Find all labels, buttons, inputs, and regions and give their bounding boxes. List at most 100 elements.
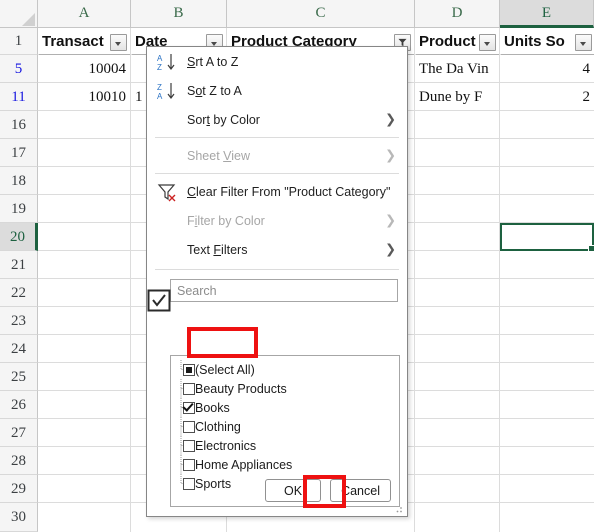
sort-za-icon: Z A	[157, 81, 179, 101]
grid-vline	[414, 28, 415, 532]
menu-divider	[155, 173, 399, 174]
filter-dropdown-menu: A Z Srt A to Z ❯ Z A Sot Z to A ❯ Sort b…	[146, 46, 408, 517]
sort-az-icon: A Z	[157, 52, 179, 72]
row-header-22[interactable]: 22	[0, 279, 38, 307]
list-item-beauty-products[interactable]: Beauty Products	[171, 379, 399, 398]
search-input[interactable]	[170, 279, 398, 302]
none-icon	[157, 240, 179, 260]
row-header-18[interactable]: 18	[0, 167, 38, 195]
row-header-16[interactable]: 16	[0, 111, 38, 139]
list-item-label: Books	[195, 400, 230, 415]
checkbox-beauty-products[interactable]	[183, 382, 195, 395]
column-header-e[interactable]: E	[500, 0, 594, 28]
fill-handle[interactable]	[588, 245, 594, 252]
row-header-17[interactable]: 17	[0, 139, 38, 167]
menu-item-label: Srt A to Z	[187, 54, 239, 69]
column-header-a[interactable]: A	[38, 0, 131, 27]
grid-vline	[499, 28, 500, 532]
list-item-home-appliances[interactable]: Home Appliances	[171, 455, 399, 474]
list-item-books[interactable]: Books	[171, 398, 399, 417]
row-header-11[interactable]: 11	[0, 83, 38, 111]
row-header-23[interactable]: 23	[0, 307, 38, 335]
row-header-26[interactable]: 26	[0, 391, 38, 419]
menu-item-filter-by-color: Filter by Color ❯	[147, 206, 407, 235]
checkbox-home-appliances[interactable]	[183, 458, 195, 471]
row-header-19[interactable]: 19	[0, 195, 38, 223]
cell-a5[interactable]: 10004	[39, 56, 130, 82]
select-all-corner[interactable]	[0, 0, 38, 27]
menu-item-clear-filter[interactable]: Clear Filter From "Product Category" ❯	[147, 177, 407, 206]
row-header-29[interactable]: 29	[0, 475, 38, 503]
cell-d11[interactable]: Dune by F	[416, 84, 499, 110]
filter-button-column-e[interactable]	[575, 34, 592, 51]
list-item-select-all[interactable]: (Select All)	[171, 360, 399, 379]
row-header-20[interactable]: 20	[0, 223, 38, 251]
menu-divider	[155, 137, 399, 138]
ok-button[interactable]: OK	[265, 479, 322, 502]
cell-e5[interactable]: 4	[501, 56, 594, 82]
filter-button-column-d[interactable]	[479, 34, 496, 51]
menu-item-label: Sot Z to A	[187, 83, 242, 98]
checkbox-electronics[interactable]	[183, 439, 195, 452]
row-header-24[interactable]: 24	[0, 335, 38, 363]
chevron-down-icon	[484, 42, 490, 46]
chevron-down-icon	[115, 42, 121, 46]
svg-text:Z: Z	[157, 83, 162, 92]
submenu-arrow-icon: ❯	[385, 148, 396, 163]
list-item-label: (Select All)	[195, 362, 255, 377]
menu-item-label: Sheet View	[187, 148, 251, 163]
checkbox-books[interactable]	[183, 401, 195, 414]
cancel-button[interactable]: Cancel	[330, 479, 391, 502]
menu-item-label: Text Filters	[187, 242, 248, 257]
svg-text:Z: Z	[157, 63, 162, 72]
none-icon	[157, 211, 179, 231]
menu-divider	[155, 269, 399, 270]
grid-vline	[130, 28, 131, 532]
row-header-30[interactable]: 30	[0, 503, 38, 532]
menu-item-sort-z-to-a[interactable]: Z A Sot Z to A ❯	[147, 76, 407, 105]
search-container	[147, 273, 407, 302]
filter-button-column-a[interactable]	[110, 34, 127, 51]
active-cell-e20[interactable]	[500, 223, 594, 252]
menu-item-sort-a-to-z[interactable]: A Z Srt A to Z ❯	[147, 47, 407, 76]
menu-item-sort-by-color[interactable]: Sort by Color ❯	[147, 105, 407, 134]
none-icon	[157, 146, 179, 166]
cell-d5[interactable]: The Da Vin	[416, 56, 499, 82]
list-item-label: Home Appliances	[195, 457, 293, 472]
svg-text:A: A	[157, 92, 163, 101]
cell-a11[interactable]: 10010	[39, 84, 130, 110]
list-item-label: Electronics	[195, 438, 257, 453]
column-header-strip: A B C D E	[0, 0, 594, 28]
menu-item-label: Filter by Color	[187, 213, 265, 228]
dialog-button-bar: OK Cancel	[147, 479, 407, 502]
resize-grip-icon[interactable]	[396, 505, 404, 513]
clear-filter-icon	[157, 182, 179, 202]
chevron-down-icon	[580, 42, 586, 46]
menu-item-sheet-view: Sheet View ❯	[147, 141, 407, 170]
column-header-c[interactable]: C	[227, 0, 415, 27]
list-item-electronics[interactable]: Electronics	[171, 436, 399, 455]
submenu-arrow-icon: ❯	[385, 112, 396, 127]
menu-item-label: Sort by Color	[187, 112, 260, 127]
cell-e11[interactable]: 2	[501, 84, 594, 110]
row-header-1[interactable]: 1	[0, 28, 38, 55]
row-header-5[interactable]: 5	[0, 55, 38, 83]
row-header-28[interactable]: 28	[0, 447, 38, 475]
column-header-b[interactable]: B	[131, 0, 227, 27]
menu-item-label: Clear Filter From "Product Category"	[187, 184, 391, 199]
corner-triangle-icon	[22, 13, 35, 26]
row-header-25[interactable]: 25	[0, 363, 38, 391]
checkbox-select-all[interactable]	[183, 363, 195, 376]
column-header-d[interactable]: D	[415, 0, 500, 27]
menu-item-text-filters[interactable]: Text Filters ❯	[147, 235, 407, 264]
row-header-21[interactable]: 21	[0, 251, 38, 279]
submenu-arrow-icon: ❯	[385, 242, 396, 257]
list-item-label: Beauty Products	[195, 381, 287, 396]
cursor-checkbox-icon	[147, 289, 171, 312]
svg-text:A: A	[157, 54, 163, 63]
submenu-arrow-icon: ❯	[385, 213, 396, 228]
checkbox-clothing[interactable]	[183, 420, 195, 433]
none-icon	[157, 110, 179, 130]
list-item-clothing[interactable]: Clothing	[171, 417, 399, 436]
row-header-27[interactable]: 27	[0, 419, 38, 447]
